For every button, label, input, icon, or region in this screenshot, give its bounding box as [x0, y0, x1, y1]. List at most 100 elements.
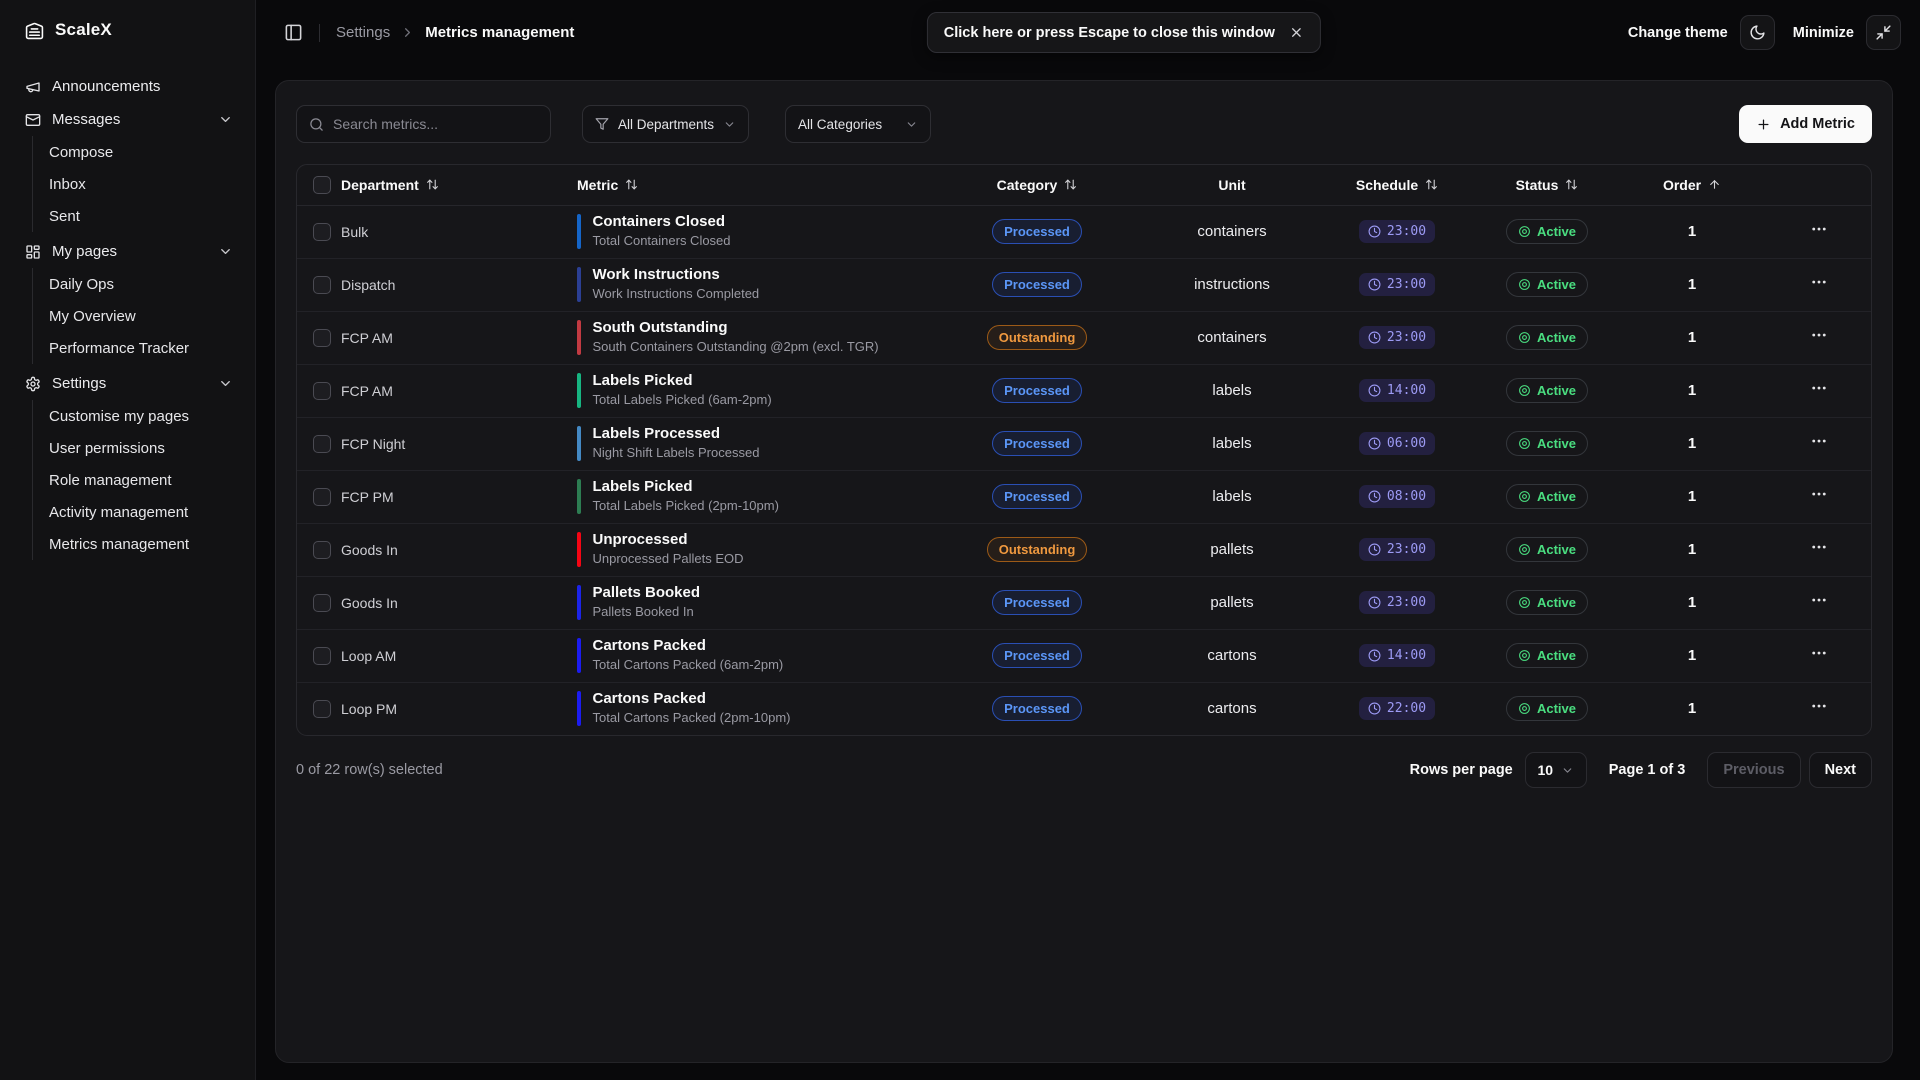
theme-toggle-button[interactable] — [1740, 15, 1775, 50]
order-cell: 1 — [1688, 276, 1696, 293]
sidebar-item-daily-ops[interactable]: Daily Ops — [33, 268, 255, 300]
department-cell: FCP Night — [341, 436, 405, 452]
chevron-down-icon — [723, 118, 736, 131]
table-row: FCP AM South Outstanding South Container… — [297, 311, 1871, 364]
circle-dot-icon — [1518, 331, 1531, 344]
sidebar-item-role-management[interactable]: Role management — [33, 464, 255, 496]
table-row: Goods In Unprocessed Unprocessed Pallets… — [297, 523, 1871, 576]
sidebar-item-performance-tracker[interactable]: Performance Tracker — [33, 332, 255, 364]
order-cell: 1 — [1688, 329, 1696, 346]
schedule-badge: 23:00 — [1359, 591, 1435, 614]
sidebar-item-inbox[interactable]: Inbox — [33, 168, 255, 200]
status-badge: Active — [1506, 643, 1588, 668]
row-actions-button[interactable] — [1810, 591, 1828, 609]
sidebar-item-my-overview[interactable]: My Overview — [33, 300, 255, 332]
column-header-status[interactable]: Status — [1477, 177, 1617, 193]
row-checkbox[interactable] — [313, 488, 331, 506]
sidebar-item-settings[interactable]: Settings — [0, 367, 255, 400]
row-checkbox[interactable] — [313, 329, 331, 347]
department-cell: Loop PM — [341, 701, 397, 717]
metric-subtitle: Work Instructions Completed — [593, 286, 760, 303]
minimize-button[interactable] — [1866, 15, 1901, 50]
selection-summary: 0 of 22 row(s) selected — [296, 762, 443, 778]
sidebar-toggle-button[interactable] — [280, 19, 307, 46]
sidebar-item-messages[interactable]: Messages — [0, 103, 255, 136]
sort-icon — [1565, 178, 1578, 191]
sidebar-item-compose[interactable]: Compose — [33, 136, 255, 168]
row-checkbox[interactable] — [313, 541, 331, 559]
row-actions-button[interactable] — [1810, 697, 1828, 715]
column-header-department[interactable]: Department — [341, 177, 577, 193]
sidebar-item-user-permissions[interactable]: User permissions — [33, 432, 255, 464]
topbar: Settings Metrics management Click here o… — [256, 0, 1920, 65]
row-actions-button[interactable] — [1810, 273, 1828, 291]
unit-cell: labels — [1212, 488, 1251, 505]
moon-icon — [1749, 24, 1766, 41]
sidebar-item-my-pages[interactable]: My pages — [0, 235, 255, 268]
metric-accent-bar — [577, 532, 581, 567]
toast-close-button[interactable] — [1289, 25, 1304, 40]
row-checkbox[interactable] — [313, 435, 331, 453]
department-cell: Loop AM — [341, 648, 396, 664]
sidebar-item-customise-my-pages[interactable]: Customise my pages — [33, 400, 255, 432]
metric-accent-bar — [577, 267, 581, 302]
circle-dot-icon — [1518, 649, 1531, 662]
metric-accent-bar — [577, 479, 581, 514]
table-row: FCP PM Labels Picked Total Labels Picked… — [297, 470, 1871, 523]
row-actions-button[interactable] — [1810, 220, 1828, 238]
row-checkbox[interactable] — [313, 647, 331, 665]
status-badge: Active — [1506, 590, 1588, 615]
category-badge: Processed — [992, 378, 1082, 403]
column-header-category[interactable]: Category — [927, 177, 1147, 193]
rows-per-page-select[interactable]: 10 — [1525, 752, 1587, 788]
table-row: Loop PM Cartons Packed Total Cartons Pac… — [297, 682, 1871, 735]
sidebar-item-activity-management[interactable]: Activity management — [33, 496, 255, 528]
category-filter-value: All Categories — [798, 117, 882, 132]
sidebar-item-announcements[interactable]: Announcements — [0, 70, 255, 103]
circle-dot-icon — [1518, 384, 1531, 397]
metric-accent-bar — [577, 426, 581, 461]
row-actions-button[interactable] — [1810, 326, 1828, 344]
metric-accent-bar — [577, 638, 581, 673]
sidebar-item-metrics-management[interactable]: Metrics management — [33, 528, 255, 560]
select-all-checkbox[interactable] — [313, 176, 331, 194]
metric-title: Cartons Packed — [593, 637, 784, 656]
metrics-panel: All Departments All Categories Add Metri… — [275, 80, 1893, 1063]
table-row: Goods In Pallets Booked Pallets Booked I… — [297, 576, 1871, 629]
schedule-badge: 06:00 — [1359, 432, 1435, 455]
metric-accent-bar — [577, 320, 581, 355]
chevron-down-icon — [905, 118, 918, 131]
department-filter-dropdown[interactable]: All Departments — [582, 105, 749, 143]
row-actions-button[interactable] — [1810, 485, 1828, 503]
row-actions-button[interactable] — [1810, 379, 1828, 397]
category-filter-dropdown[interactable]: All Categories — [785, 105, 931, 143]
breadcrumb-parent[interactable]: Settings — [336, 24, 390, 41]
category-badge: Processed — [992, 484, 1082, 509]
column-header-metric[interactable]: Metric — [577, 177, 927, 193]
row-actions-button[interactable] — [1810, 644, 1828, 662]
row-checkbox[interactable] — [313, 276, 331, 294]
order-cell: 1 — [1688, 488, 1696, 505]
row-checkbox[interactable] — [313, 223, 331, 241]
column-header-unit[interactable]: Unit — [1147, 177, 1317, 193]
row-checkbox[interactable] — [313, 700, 331, 718]
next-page-button[interactable]: Next — [1809, 752, 1872, 788]
schedule-badge: 23:00 — [1359, 326, 1435, 349]
row-checkbox[interactable] — [313, 594, 331, 612]
metric-subtitle: Night Shift Labels Processed — [593, 445, 760, 462]
search-input[interactable] — [333, 116, 538, 132]
sidebar-item-sent[interactable]: Sent — [33, 200, 255, 232]
column-header-schedule[interactable]: Schedule — [1317, 177, 1477, 193]
row-checkbox[interactable] — [313, 382, 331, 400]
close-window-toast[interactable]: Click here or press Escape to close this… — [927, 12, 1321, 53]
pagination-controls: Rows per page 10 Page 1 of 3 Previous Ne… — [1410, 752, 1872, 788]
status-badge: Active — [1506, 325, 1588, 350]
row-actions-button[interactable] — [1810, 538, 1828, 556]
category-badge: Processed — [992, 643, 1082, 668]
row-actions-button[interactable] — [1810, 432, 1828, 450]
previous-page-button[interactable]: Previous — [1707, 752, 1800, 788]
plus-icon — [1756, 117, 1771, 132]
clock-icon — [1368, 331, 1381, 344]
column-header-order[interactable]: Order — [1617, 177, 1767, 193]
add-metric-button[interactable]: Add Metric — [1739, 105, 1872, 143]
